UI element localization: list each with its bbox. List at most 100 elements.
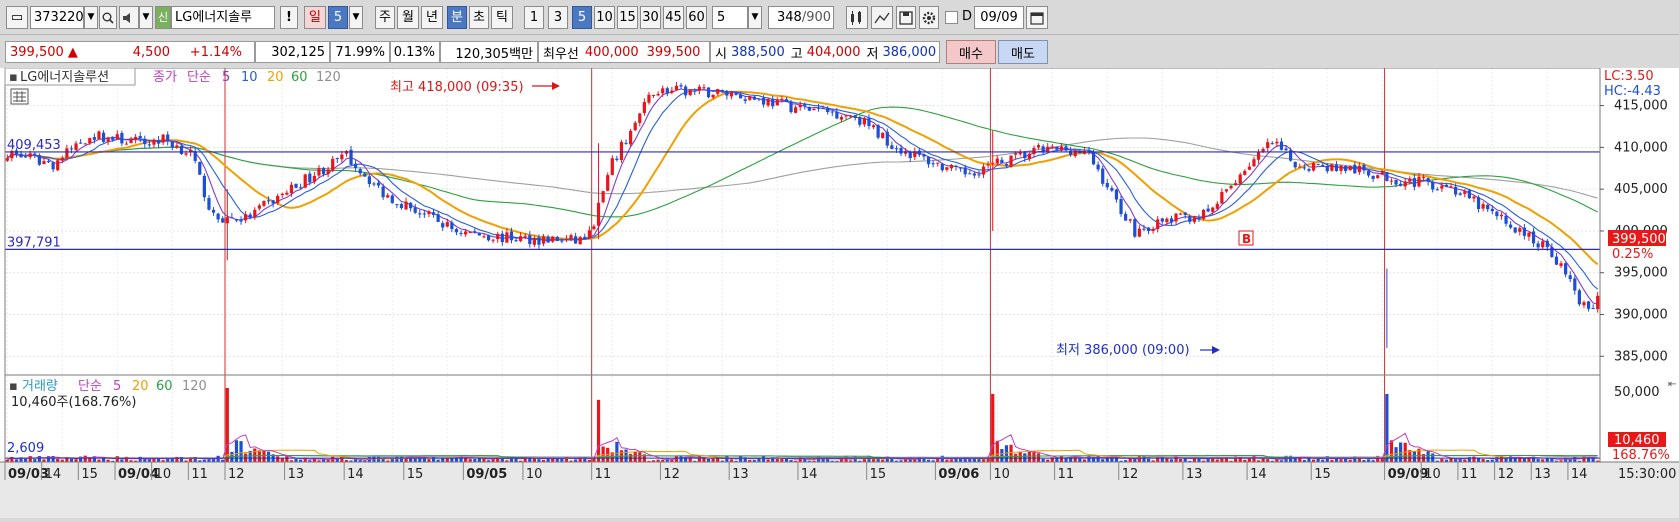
warning-button[interactable]: ! (280, 6, 298, 29)
tab-tick[interactable]: 틱 (491, 6, 513, 29)
candle-body (656, 93, 660, 96)
sell-button[interactable]: 매도 (998, 40, 1048, 64)
candle-body (752, 96, 756, 100)
x-tick-label: 09/03 (8, 467, 49, 482)
vol-current: 10,460주(168.76%) (11, 395, 136, 410)
legend-close-label: 종가 (153, 70, 177, 85)
candle-body (977, 174, 981, 176)
minute-45-button[interactable]: 45 (663, 6, 684, 29)
candle-body (321, 167, 326, 175)
candle-body (294, 183, 298, 188)
volume-bar (1504, 458, 1508, 462)
minute-3-button[interactable]: 3 (548, 6, 568, 29)
count-input[interactable]: 348/900 (768, 6, 834, 29)
candle-body (1463, 191, 1467, 194)
settings-icon[interactable] (919, 6, 939, 29)
candle-body (326, 169, 330, 174)
chart-svg[interactable]: 409,453 397,791 ▪ LG에너지솔루션 종가 단순 5 10 20 … (0, 67, 1679, 518)
candle-body (111, 136, 115, 140)
minute-1-button[interactable]: 1 (524, 6, 544, 29)
minute-10-button[interactable]: 10 (594, 6, 615, 29)
last-price-label: 399,500 (1612, 232, 1666, 247)
tab-minute[interactable]: 분 (447, 6, 467, 29)
minute-15-button[interactable]: 15 (617, 6, 638, 29)
interval-dropdown-icon[interactable]: ▼ (748, 6, 762, 29)
save-icon[interactable] (896, 6, 916, 29)
candle-body (670, 90, 674, 93)
minute-30-button[interactable]: 30 (640, 6, 661, 29)
candle-body (1156, 219, 1160, 230)
legend-stock-name: LG에너지솔루션 (20, 70, 109, 85)
last-volume-marker: 10,460 168.76% (1608, 432, 1670, 463)
volume-bar (1394, 447, 1398, 462)
minute-5-button[interactable]: 5 (572, 6, 592, 29)
candle-body (931, 163, 935, 165)
speaker-dropdown-icon[interactable]: ▼ (139, 6, 153, 29)
candle-body (271, 200, 275, 204)
legend-ma5: 5 (222, 70, 230, 85)
window-icon[interactable]: ▭ (6, 6, 28, 29)
tab-yearly[interactable]: 년 (421, 6, 443, 29)
stock-name-field[interactable]: LG에너지솔루 (171, 6, 275, 29)
daily-count-field[interactable]: 5 (328, 6, 348, 29)
x-tick-label: 11 (1461, 467, 1478, 482)
volume-bar (276, 456, 280, 462)
candle-body (207, 197, 211, 210)
buy-button[interactable]: 매수 (946, 40, 996, 64)
candle-body (1279, 141, 1284, 150)
buy-marker[interactable]: B (1238, 230, 1254, 246)
legend-caret: ▪ (9, 70, 18, 85)
candle-body (1376, 175, 1380, 179)
date-checkbox[interactable] (945, 11, 958, 24)
trendline-icon[interactable] (871, 6, 893, 29)
stock-code-input[interactable]: 373220 (30, 6, 84, 29)
indicator-icon[interactable] (846, 6, 868, 29)
tab-weekly[interactable]: 주 (375, 6, 395, 29)
volume-bar (615, 441, 619, 462)
volume-bar (285, 456, 289, 462)
candle-body (697, 86, 701, 91)
candle-body (253, 209, 257, 217)
minute-60-button[interactable]: 60 (686, 6, 707, 29)
calendar-icon[interactable] (1026, 6, 1048, 29)
speaker-icon[interactable] (119, 6, 139, 29)
scroll-handle-icon: ⇤ (1668, 379, 1676, 390)
candle-body (601, 191, 605, 203)
candle-body (624, 142, 628, 144)
x-tick-label: 14 (45, 467, 62, 482)
candle-body (606, 175, 610, 191)
tab-second[interactable]: 초 (469, 6, 489, 29)
candle-body (748, 96, 752, 100)
candle-body (574, 236, 578, 244)
x-tick-label: 14 (1250, 467, 1267, 482)
candle-body (1247, 166, 1251, 170)
count-value: 348 (777, 10, 802, 25)
candle-body (1564, 263, 1568, 275)
date-input[interactable]: 09/09 (974, 6, 1024, 29)
candle-body (1426, 178, 1430, 182)
candle-body (954, 165, 958, 167)
candle-body (835, 111, 839, 119)
candle-body (202, 175, 206, 198)
moving-averages (6, 88, 1599, 305)
candle-body (684, 86, 688, 96)
daily-dropdown-icon[interactable]: ▼ (349, 6, 363, 29)
candle-body (1495, 211, 1499, 217)
tab-daily[interactable]: 일 (304, 6, 326, 29)
candle-body (1467, 190, 1471, 199)
tab-monthly[interactable]: 월 (397, 6, 419, 29)
code-dropdown-icon[interactable]: ▼ (84, 6, 98, 29)
candle-body (1476, 197, 1481, 209)
candle-body (1266, 142, 1270, 149)
interval-input[interactable]: 5 (712, 6, 748, 29)
last-price-marker: 399,500 0.25% (1608, 230, 1666, 262)
x-tick-label: 11 (191, 467, 208, 482)
candle-body (1059, 146, 1064, 151)
chart-area[interactable]: 409,453 397,791 ▪ LG에너지솔루션 종가 단순 5 10 20 … (0, 67, 1679, 518)
search-icon[interactable] (99, 6, 117, 29)
candle-body (578, 237, 582, 245)
candle-body (1403, 181, 1407, 187)
y-tick-label: 395,000 (1614, 266, 1668, 281)
candle-body (679, 85, 683, 87)
candle-body (1417, 176, 1421, 187)
